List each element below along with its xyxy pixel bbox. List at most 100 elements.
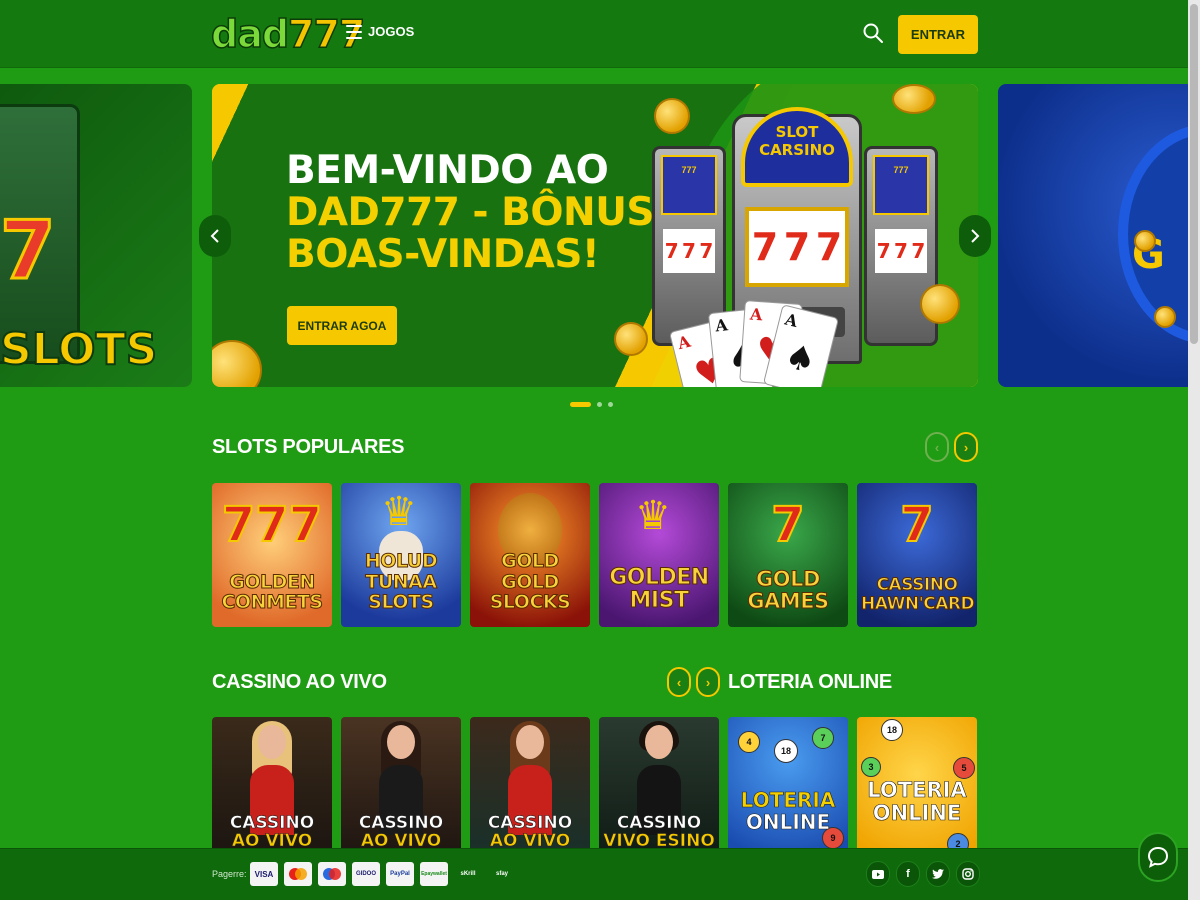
game-tile[interactable]: ♛ GOLDEN MIST xyxy=(599,483,719,627)
game-tile[interactable]: 7 CASSINO HAWN'CARD xyxy=(857,483,977,627)
slot-machine-title: SLOT CARSINO xyxy=(741,107,853,187)
paypal-logo: PayPal xyxy=(386,862,414,886)
youtube-icon xyxy=(872,869,884,879)
instagram-link[interactable] xyxy=(956,861,980,887)
search-button[interactable] xyxy=(862,22,884,44)
hero-cta-button[interactable]: ENTRAR AGOA xyxy=(287,306,397,345)
slots-next-button[interactable]: › xyxy=(954,432,978,462)
chevron-right-icon xyxy=(971,229,980,243)
gold-coin-icon xyxy=(892,84,936,114)
game-tile-label: HOLUD TUNAA SLOTS xyxy=(364,550,438,614)
games-menu-label: JOGOS xyxy=(368,24,415,39)
hero-slide-previous[interactable]: 7 SLOTS xyxy=(0,84,192,387)
live-casino-title: CASSINO AO VIVO xyxy=(212,671,387,693)
hero-title: BEM-VINDO AO DAD777 - BÔNUS DE BOAS-VIND… xyxy=(286,148,726,276)
search-icon xyxy=(863,23,883,43)
maestro-icon xyxy=(323,868,341,880)
hero-dot-3[interactable] xyxy=(608,402,613,407)
lottery-tile[interactable]: 4 18 7 9 LOTERIA ONLINE xyxy=(728,717,848,861)
epaywallet-logo: Epaywallet xyxy=(420,862,448,886)
page-scrollbar[interactable] xyxy=(1188,0,1200,900)
live-game-tile[interactable]: CASSINO AO VIVO xyxy=(212,717,332,861)
games-menu-button[interactable]: JOGOS xyxy=(346,24,414,39)
lottery-ball-icon: 18 xyxy=(774,739,798,763)
game-tile-label: GOLD GAMES xyxy=(747,566,830,614)
chevron-left-icon xyxy=(210,229,219,243)
logo-part-dad: dad xyxy=(210,11,290,57)
lottery-title: LOTERIA ONLINE xyxy=(728,671,892,693)
chevron-right-icon: › xyxy=(963,439,969,455)
facebook-link[interactable]: f xyxy=(896,861,920,887)
game-tile[interactable]: GOLD GOLD SLOCKS xyxy=(470,483,590,627)
hero-next-button[interactable] xyxy=(959,215,991,257)
hero-title-line-2: DAD777 - BÔNUS DE xyxy=(286,190,726,236)
social-links: f xyxy=(866,861,980,887)
slide-previous-label: SLOTS xyxy=(0,323,158,376)
twitter-link[interactable] xyxy=(926,861,950,887)
mastercard-icon xyxy=(289,868,307,880)
chevron-right-icon: › xyxy=(705,674,711,690)
payments-label: Pagerre: xyxy=(212,869,247,879)
gold-coin-icon xyxy=(614,322,648,356)
hero-slide-active[interactable]: BEM-VINDO AO DAD777 - BÔNUS DE BOAS-VIND… xyxy=(212,84,978,387)
live-prev-button[interactable]: ‹ xyxy=(667,667,691,697)
lottery-ball-icon: 18 xyxy=(881,719,903,741)
lottery-list: 4 18 7 9 LOTERIA ONLINE 18 3 5 2 LOTERIA O… xyxy=(728,717,977,861)
site-header: dad777 JOGOS ENTRAR xyxy=(0,0,1188,68)
lottery-label: LOTERIA ONLINE xyxy=(740,788,836,834)
seven-symbol-icon: 777 xyxy=(221,496,323,554)
lottery-ball-icon: 3 xyxy=(861,757,881,777)
hero-title-line-1: BEM-VINDO AO xyxy=(286,148,609,193)
popular-slots-list: 777 GOLDEN CONMETS ♛ HOLUD TUNAA SLOTS G… xyxy=(212,483,977,627)
site-footer: Pagerre: VISA GIDOO PayPal Epaywallet sK… xyxy=(0,848,1188,900)
lottery-label: LOTERIA ONLINE xyxy=(867,777,967,825)
slot-machine-reels: 777 xyxy=(745,207,849,287)
lottery-ball-icon: 7 xyxy=(812,727,834,749)
slot-machine-screen: 777 xyxy=(661,155,717,215)
game-tile-label: CASSINO HAWN'CARD xyxy=(861,575,976,614)
live-game-label: CASSINO AO VIVO xyxy=(229,812,315,852)
seven-symbol-icon: 7 xyxy=(899,496,934,554)
scrollbar-thumb[interactable] xyxy=(1190,4,1198,344)
game-tile[interactable]: ♛ HOLUD TUNAA SLOTS xyxy=(341,483,461,627)
game-tile-label: GOLDEN CONMETS xyxy=(221,570,324,614)
live-casino-list: CASSINO AO VIVO CASSINO AO VIVO CASSINO AO … xyxy=(212,717,719,861)
chevron-left-icon: ‹ xyxy=(676,674,682,690)
gold-coin-icon xyxy=(1154,306,1176,328)
live-game-label: CASSINO VIVO ESINO xyxy=(603,812,715,852)
slot-machine-reels: 777 xyxy=(875,229,927,273)
skrill-logo: sKrill xyxy=(454,862,482,886)
lottery-tile[interactable]: 18 3 5 2 LOTERIA ONLINE xyxy=(857,717,977,861)
payment-methods: VISA GIDOO PayPal Epaywallet sKrill sfay xyxy=(250,862,516,886)
game-tile[interactable]: 7 GOLD GAMES xyxy=(728,483,848,627)
game-tile-label: GOLD GOLD SLOCKS xyxy=(489,550,571,614)
slot-machine-reels: 777 xyxy=(663,229,715,273)
hero-prev-button[interactable] xyxy=(199,215,231,257)
hero-slide-next[interactable]: G xyxy=(998,84,1190,387)
chat-bubble-icon xyxy=(1147,846,1169,868)
hero-dot-1[interactable] xyxy=(570,402,591,407)
live-game-tile[interactable]: CASSINO AO VIVO xyxy=(470,717,590,861)
game-tile[interactable]: 777 GOLDEN CONMETS xyxy=(212,483,332,627)
crown-icon: ♛ xyxy=(381,490,417,534)
live-game-tile[interactable]: CASSINO AO VIVO xyxy=(341,717,461,861)
live-game-label: CASSINO AO VIVO xyxy=(358,812,444,852)
live-chat-button[interactable] xyxy=(1138,832,1178,882)
seven-symbol-icon: 7 xyxy=(770,496,805,554)
hero-pagination xyxy=(570,402,613,407)
gidoo-logo: GIDOO xyxy=(352,862,380,886)
youtube-link[interactable] xyxy=(866,861,890,887)
instagram-icon xyxy=(962,868,974,880)
live-game-tile[interactable]: CASSINO VIVO ESINO xyxy=(599,717,719,861)
live-next-button[interactable]: › xyxy=(696,667,720,697)
login-button[interactable]: ENTRAR xyxy=(898,15,978,54)
live-game-label: CASSINO AO VIVO xyxy=(487,812,573,852)
gold-coin-icon xyxy=(1134,230,1156,252)
lottery-ball-icon: 4 xyxy=(738,731,760,753)
sfay-logo: sfay xyxy=(488,862,516,886)
crown-icon: ♛ xyxy=(635,494,671,538)
hero-dot-2[interactable] xyxy=(597,402,602,407)
site-logo[interactable]: dad777 xyxy=(210,11,366,57)
slots-prev-button[interactable]: ‹ xyxy=(925,432,949,462)
hamburger-icon xyxy=(346,24,362,39)
